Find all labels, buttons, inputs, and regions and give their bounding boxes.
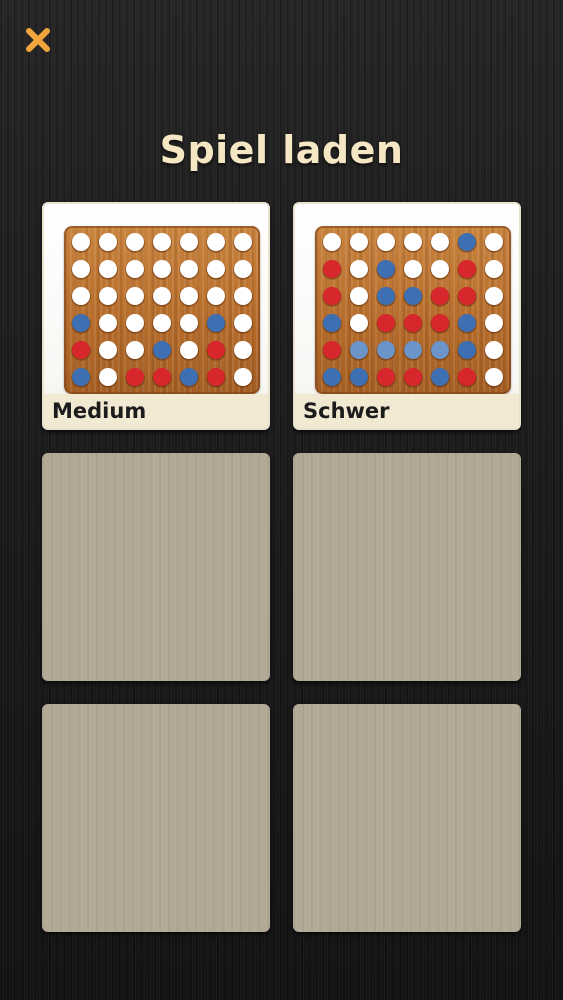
blue-disc-highlighted bbox=[404, 341, 422, 359]
red-disc bbox=[458, 260, 476, 278]
board-preview bbox=[64, 226, 260, 394]
save-slot-schwer[interactable]: Schwer bbox=[293, 202, 521, 430]
blue-disc bbox=[377, 260, 395, 278]
blue-disc bbox=[323, 314, 341, 332]
blue-disc bbox=[153, 341, 171, 359]
empty-hole bbox=[234, 341, 252, 359]
red-disc bbox=[431, 287, 449, 305]
save-slot-medium[interactable]: Medium bbox=[42, 202, 270, 430]
blue-disc-highlighted bbox=[431, 341, 449, 359]
empty-hole bbox=[153, 233, 171, 251]
blue-disc bbox=[72, 368, 90, 386]
empty-hole bbox=[234, 233, 252, 251]
empty-hole bbox=[180, 341, 198, 359]
empty-hole bbox=[99, 233, 117, 251]
empty-hole bbox=[99, 368, 117, 386]
red-disc bbox=[431, 314, 449, 332]
red-disc bbox=[458, 368, 476, 386]
blue-disc bbox=[377, 287, 395, 305]
empty-hole bbox=[207, 287, 225, 305]
red-disc bbox=[126, 368, 144, 386]
blue-disc bbox=[431, 368, 449, 386]
red-disc bbox=[323, 341, 341, 359]
board-discs bbox=[71, 233, 253, 388]
red-disc bbox=[323, 260, 341, 278]
blue-disc bbox=[458, 314, 476, 332]
empty-hole bbox=[323, 233, 341, 251]
empty-hole bbox=[153, 314, 171, 332]
blue-disc bbox=[350, 368, 368, 386]
empty-hole bbox=[72, 287, 90, 305]
empty-hole bbox=[126, 341, 144, 359]
empty-save-slot[interactable] bbox=[293, 704, 521, 932]
blue-disc bbox=[72, 314, 90, 332]
empty-hole bbox=[350, 314, 368, 332]
red-disc bbox=[153, 368, 171, 386]
empty-hole bbox=[350, 260, 368, 278]
red-disc bbox=[404, 314, 422, 332]
blue-disc bbox=[458, 233, 476, 251]
empty-hole bbox=[377, 233, 395, 251]
empty-hole bbox=[234, 287, 252, 305]
blue-disc bbox=[404, 287, 422, 305]
empty-hole bbox=[485, 233, 503, 251]
empty-hole bbox=[72, 233, 90, 251]
empty-hole bbox=[207, 233, 225, 251]
empty-hole bbox=[234, 260, 252, 278]
blue-disc bbox=[180, 368, 198, 386]
red-disc bbox=[207, 368, 225, 386]
empty-hole bbox=[99, 260, 117, 278]
empty-hole bbox=[180, 287, 198, 305]
empty-hole bbox=[485, 314, 503, 332]
empty-hole bbox=[350, 287, 368, 305]
empty-hole bbox=[126, 260, 144, 278]
close-icon bbox=[26, 28, 50, 52]
empty-hole bbox=[126, 314, 144, 332]
red-disc bbox=[458, 287, 476, 305]
empty-hole bbox=[404, 260, 422, 278]
empty-save-slot[interactable] bbox=[293, 453, 521, 681]
blue-disc bbox=[323, 368, 341, 386]
empty-hole bbox=[431, 233, 449, 251]
empty-hole bbox=[234, 368, 252, 386]
empty-save-slot[interactable] bbox=[42, 453, 270, 681]
empty-hole bbox=[99, 341, 117, 359]
red-disc bbox=[404, 368, 422, 386]
empty-hole bbox=[485, 260, 503, 278]
red-disc bbox=[323, 287, 341, 305]
slot-label: Medium bbox=[44, 394, 268, 428]
empty-save-slot[interactable] bbox=[42, 704, 270, 932]
blue-disc-highlighted bbox=[350, 341, 368, 359]
empty-hole bbox=[207, 260, 225, 278]
empty-hole bbox=[180, 260, 198, 278]
empty-hole bbox=[485, 287, 503, 305]
empty-hole bbox=[153, 260, 171, 278]
empty-hole bbox=[404, 233, 422, 251]
blue-disc bbox=[207, 314, 225, 332]
board-discs bbox=[322, 233, 504, 388]
empty-hole bbox=[180, 233, 198, 251]
red-disc bbox=[207, 341, 225, 359]
board-preview bbox=[315, 226, 511, 394]
empty-hole bbox=[99, 287, 117, 305]
slot-label: Schwer bbox=[295, 394, 519, 428]
empty-hole bbox=[485, 341, 503, 359]
empty-hole bbox=[234, 314, 252, 332]
empty-hole bbox=[99, 314, 117, 332]
page-title: Spiel laden bbox=[159, 128, 404, 172]
red-disc bbox=[377, 368, 395, 386]
close-button[interactable] bbox=[22, 24, 54, 56]
blue-disc-highlighted bbox=[377, 341, 395, 359]
empty-hole bbox=[180, 314, 198, 332]
empty-hole bbox=[153, 287, 171, 305]
empty-hole bbox=[485, 368, 503, 386]
empty-hole bbox=[431, 260, 449, 278]
blue-disc bbox=[458, 341, 476, 359]
empty-hole bbox=[350, 233, 368, 251]
empty-hole bbox=[72, 260, 90, 278]
red-disc bbox=[72, 341, 90, 359]
empty-hole bbox=[126, 287, 144, 305]
empty-hole bbox=[126, 233, 144, 251]
red-disc bbox=[377, 314, 395, 332]
